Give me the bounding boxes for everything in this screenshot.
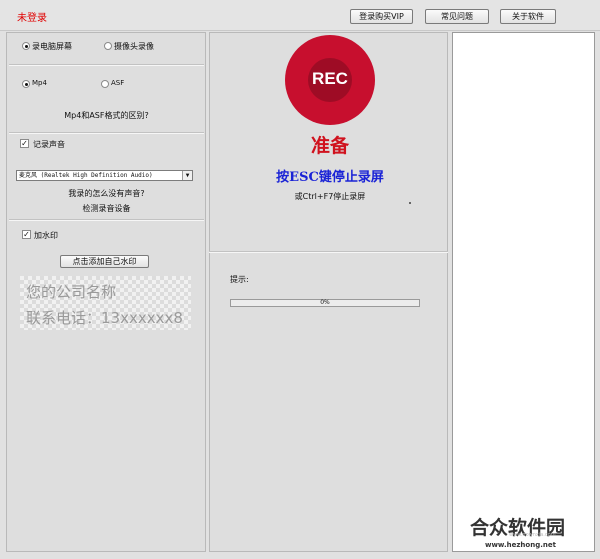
watermark-checkbox[interactable]: ✓ <box>22 230 31 239</box>
status-text: 准备 <box>310 135 349 157</box>
watermark-preview: 您的公司名称 联系电话：13xxxxxx8 <box>20 276 191 330</box>
login-status[interactable]: 未登录 <box>17 9 47 24</box>
radio-record-screen[interactable] <box>22 42 30 50</box>
about-button[interactable]: 关于软件 <box>500 9 556 24</box>
radio-format-asf[interactable] <box>101 80 109 88</box>
buy-vip-button[interactable]: 登录购买VIP <box>350 9 413 24</box>
preview-area <box>452 32 595 552</box>
divider <box>9 219 204 221</box>
radio-format-asf-label: ASF <box>111 79 125 87</box>
watermark-phone: 联系电话：13xxxxxx8 <box>26 309 183 327</box>
divider <box>9 132 204 134</box>
esc-hint: 按ESC键停止录屏 <box>276 170 384 185</box>
dot-mark <box>409 202 411 204</box>
watermark-company-name: 您的公司名称 <box>26 283 117 301</box>
radio-format-mp4-label: Mp4 <box>32 79 47 87</box>
brand-url: www.hezhong.net <box>485 541 556 549</box>
audio-device-value: 麦克风 (Realtek High Definition Audio) <box>19 172 153 179</box>
rec-button[interactable]: REC <box>285 35 375 125</box>
tip-label: 提示: <box>230 275 249 284</box>
radio-record-camera[interactable] <box>104 42 112 50</box>
hotkey-hint: 或Ctrl+F7停止录屏 <box>294 192 366 201</box>
record-audio-checkbox[interactable]: ✓ <box>20 139 29 148</box>
detect-device-link[interactable]: 检测录音设备 <box>9 203 204 214</box>
chevron-down-icon[interactable]: ▼ <box>182 171 192 180</box>
radio-format-mp4[interactable] <box>22 80 30 88</box>
site-watermark: www.downxia.com <box>509 532 556 538</box>
record-audio-label: 记录声音 <box>33 140 65 149</box>
format-help-link[interactable]: Mp4和ASF格式的区别? <box>9 110 204 121</box>
faq-button[interactable]: 常见问题 <box>425 9 489 24</box>
no-sound-help-link[interactable]: 我录的怎么没有声音? <box>9 188 204 199</box>
add-watermark-button[interactable]: 点击添加自己水印 <box>60 255 149 268</box>
recording-progress-bar: 0% <box>230 299 420 307</box>
radio-record-screen-label: 录电脑屏幕 <box>32 42 72 51</box>
watermark-label: 加水印 <box>34 231 58 240</box>
progress-text: 0% <box>320 299 330 306</box>
radio-record-camera-label: 摄像头录像 <box>114 42 154 51</box>
rec-label: REC <box>312 69 348 88</box>
divider <box>209 251 448 253</box>
divider <box>9 64 204 66</box>
audio-device-select[interactable]: 麦克风 (Realtek High Definition Audio) ▼ <box>16 170 193 181</box>
